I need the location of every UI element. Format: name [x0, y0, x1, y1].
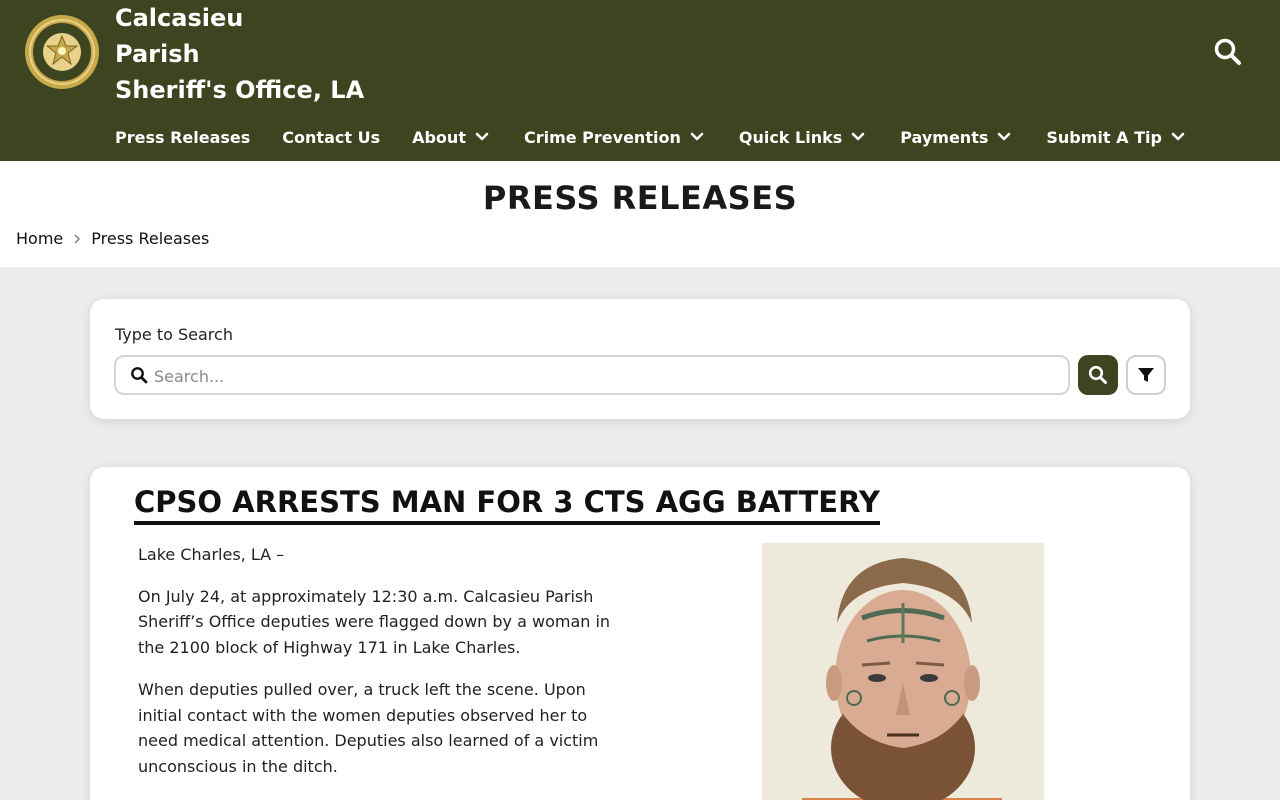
search-icon — [131, 367, 148, 384]
article-paragraph: Lake Charles, LA – — [138, 545, 285, 564]
chevron-down-icon — [998, 132, 1011, 141]
search-label: Type to Search — [115, 325, 233, 344]
search-icon[interactable] — [1213, 37, 1243, 67]
breadcrumb: Home Press Releases — [16, 229, 209, 248]
sheriff-badge-icon[interactable] — [23, 13, 101, 91]
nav-item-contact-us[interactable]: Contact Us — [282, 128, 380, 147]
chevron-down-icon — [475, 132, 489, 141]
article-paragraph: When deputies pulled over, a truck left … — [138, 679, 599, 776]
search-input[interactable] — [154, 361, 1054, 391]
breadcrumb-current: Press Releases — [91, 229, 210, 248]
press-release-title[interactable]: CPSO ARRESTS MAN FOR 3 CTS AGG BATTERY — [134, 485, 880, 525]
nav-item-about[interactable]: About — [412, 128, 490, 147]
site-title-line: Calcasieu — [115, 4, 244, 32]
site-title[interactable]: Calcasieu Parish Sheriff's Office, LA — [115, 0, 415, 108]
filter-icon — [1138, 368, 1154, 382]
filter-button[interactable] — [1126, 355, 1166, 395]
site-title-line: Sheriff's Office, LA — [115, 76, 365, 104]
search-card: Type to Search — [90, 299, 1190, 419]
nav-item-label: Quick Links — [738, 127, 843, 147]
chevron-down-icon — [851, 132, 865, 141]
page-title-band: PRESS RELEASES Home Press Releases — [0, 161, 1280, 267]
nav-item-label: Contact Us — [282, 127, 381, 147]
chevron-down-icon — [690, 132, 704, 141]
press-release-card: CPSO ARRESTS MAN FOR 3 CTS AGG BATTERY L… — [90, 467, 1190, 800]
nav-item-quick-links[interactable]: Quick Links — [739, 128, 866, 147]
page-title: PRESS RELEASES — [482, 179, 798, 217]
site-header: Calcasieu Parish Sheriff's Office, LA Pr… — [0, 0, 1280, 161]
site-title-line: Parish — [115, 40, 200, 68]
chevron-down-icon — [1171, 132, 1185, 141]
nav-item-label: Payments — [900, 127, 989, 147]
press-release-body: Lake Charles, LA – On July 24, at approx… — [138, 542, 618, 796]
nav-item-press-releases[interactable]: Press Releases — [115, 128, 250, 147]
nav-item-label: Press Releases — [115, 127, 251, 147]
breadcrumb-home-link[interactable]: Home — [16, 229, 63, 248]
nav-item-label: About — [412, 127, 466, 147]
article-paragraph: On July 24, at approximately 12:30 a.m. … — [138, 586, 611, 658]
nav-item-label: Submit A Tip — [1046, 127, 1162, 147]
nav-item-payments[interactable]: Payments — [900, 128, 1012, 147]
search-icon — [1088, 365, 1107, 384]
nav-item-crime-prevention[interactable]: Crime Prevention — [524, 128, 705, 147]
main-nav: Press Releases Contact Us About Crime Pr… — [115, 122, 1186, 152]
search-submit-button[interactable] — [1078, 355, 1118, 395]
nav-item-label: Crime Prevention — [523, 127, 681, 147]
mugshot-image — [762, 543, 1044, 800]
search-field[interactable] — [114, 355, 1070, 395]
chevron-right-icon — [74, 234, 81, 243]
nav-item-submit-a-tip[interactable]: Submit A Tip — [1046, 128, 1186, 147]
